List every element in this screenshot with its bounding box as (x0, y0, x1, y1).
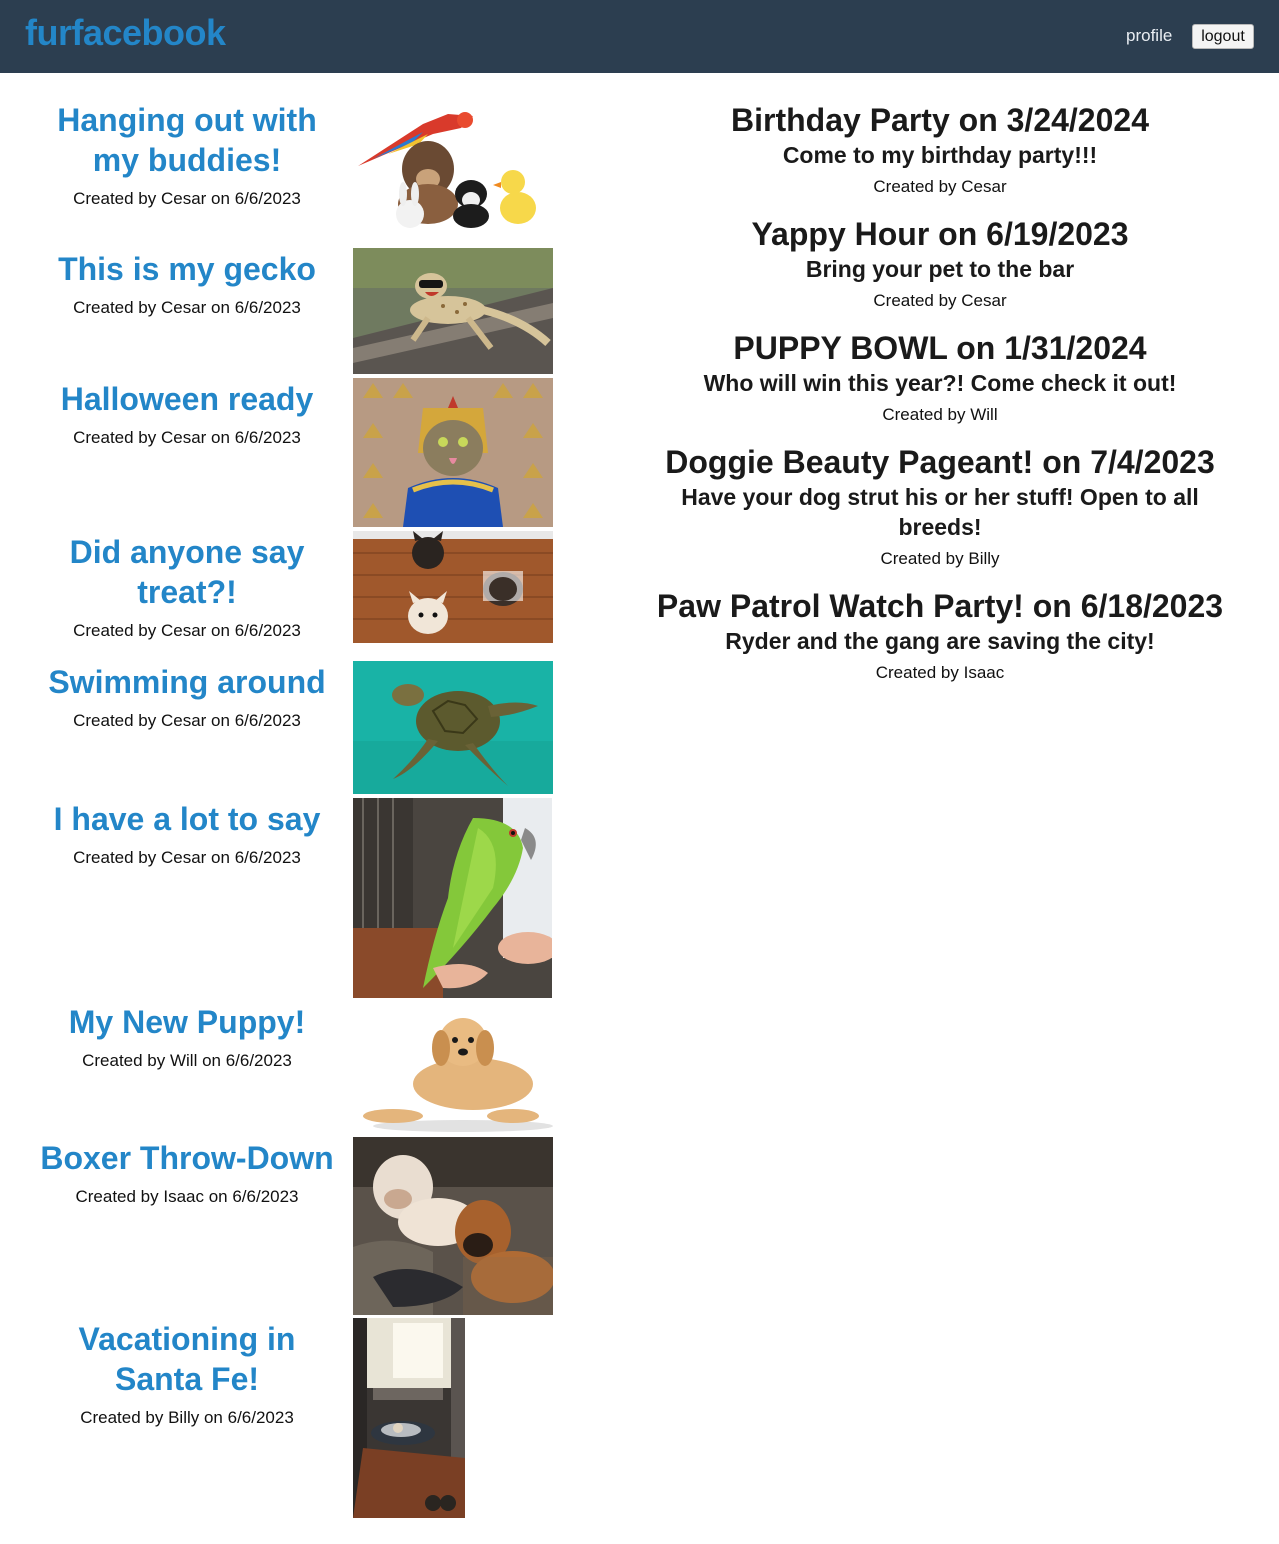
post-meta: Created by Cesar on 6/6/2023 (73, 711, 301, 730)
post-meta: Created by Will on 6/6/2023 (82, 1051, 292, 1070)
post-title[interactable]: My New Puppy! (40, 1002, 334, 1042)
post-meta: Created by Billy on 6/6/2023 (80, 1408, 294, 1427)
post-title[interactable]: I have a lot to say (40, 799, 334, 839)
post-title[interactable]: Did anyone say treat?! (40, 532, 334, 612)
event-item: PUPPY BOWL on 1/31/2024 Who will win thi… (640, 328, 1240, 426)
event-description: Have your dog strut his or her stuff! Op… (681, 484, 1199, 540)
event-item: Doggie Beauty Pageant! on 7/4/2023 Have … (640, 442, 1240, 570)
event-item: Birthday Party on 3/24/2024 Come to my b… (640, 100, 1240, 198)
event-description: Bring your pet to the bar (805, 256, 1075, 282)
event-description: Come to my birthday party!!! (782, 142, 1098, 168)
post-item: Swimming around Created by Cesar on 6/6/… (40, 662, 334, 732)
post-item: I have a lot to say Created by Cesar on … (40, 799, 334, 869)
post-title[interactable]: Vacationing in Santa Fe! (40, 1319, 334, 1399)
post-title[interactable]: Halloween ready (40, 379, 334, 419)
events-list: Birthday Party on 3/24/2024 Come to my b… (640, 100, 1240, 700)
post-title[interactable]: Boxer Throw-Down (40, 1138, 334, 1178)
logout-button[interactable]: logout (1192, 24, 1254, 49)
golden-puppy-photo (353, 1004, 553, 1134)
gecko-photo (353, 248, 553, 374)
event-title[interactable]: Birthday Party on 3/24/2024 (640, 100, 1240, 140)
post-title[interactable]: This is my gecko (40, 249, 334, 289)
event-meta: Created by Cesar (873, 177, 1007, 196)
event-meta: Created by Billy (880, 549, 1000, 568)
navbar: furfacebook profile logout (0, 0, 1279, 73)
post-item: My New Puppy! Created by Will on 6/6/202… (40, 1002, 334, 1072)
post-meta: Created by Isaac on 6/6/2023 (75, 1187, 299, 1206)
event-title[interactable]: PUPPY BOWL on 1/31/2024 (640, 328, 1240, 368)
event-description: Ryder and the gang are saving the city! (725, 628, 1155, 654)
post-item: Halloween ready Created by Cesar on 6/6/… (40, 379, 334, 449)
post-meta: Created by Cesar on 6/6/2023 (73, 428, 301, 447)
post-title[interactable]: Swimming around (40, 662, 334, 702)
event-title[interactable]: Yappy Hour on 6/19/2023 (640, 214, 1240, 254)
french-bulldogs-photo (353, 531, 553, 643)
post-item: Vacationing in Santa Fe! Created by Bill… (40, 1319, 334, 1429)
post-item: Boxer Throw-Down Created by Isaac on 6/6… (40, 1138, 334, 1208)
event-title[interactable]: Paw Patrol Watch Party! on 6/18/2023 (640, 586, 1240, 626)
boxer-dogs-photo (353, 1137, 553, 1315)
profile-link[interactable]: profile (1126, 26, 1172, 46)
post-item: Did anyone say treat?! Created by Cesar … (40, 532, 334, 642)
cat-costume-photo (353, 378, 553, 527)
event-title[interactable]: Doggie Beauty Pageant! on 7/4/2023 (640, 442, 1240, 482)
event-meta: Created by Will (882, 405, 998, 424)
event-item: Paw Patrol Watch Party! on 6/18/2023 Ryd… (640, 586, 1240, 684)
post-title[interactable]: Hanging out with my buddies! (40, 100, 334, 180)
event-description: Who will win this year?! Come check it o… (703, 370, 1177, 396)
event-meta: Created by Isaac (875, 663, 1005, 682)
post-meta: Created by Cesar on 6/6/2023 (73, 848, 301, 867)
event-meta: Created by Cesar (873, 291, 1007, 310)
sea-turtle-photo (353, 661, 553, 794)
green-parrot-photo (353, 798, 552, 998)
dog-bed-photo (353, 1318, 465, 1518)
post-meta: Created by Cesar on 6/6/2023 (73, 189, 301, 208)
post-item: This is my gecko Created by Cesar on 6/6… (40, 249, 334, 319)
event-item: Yappy Hour on 6/19/2023 Bring your pet t… (640, 214, 1240, 312)
post-meta: Created by Cesar on 6/6/2023 (73, 298, 301, 317)
post-item: Hanging out with my buddies! Created by … (40, 100, 334, 210)
post-meta: Created by Cesar on 6/6/2023 (73, 621, 301, 640)
brand-logo[interactable]: furfacebook (25, 12, 226, 54)
pets-group-photo (353, 104, 553, 234)
